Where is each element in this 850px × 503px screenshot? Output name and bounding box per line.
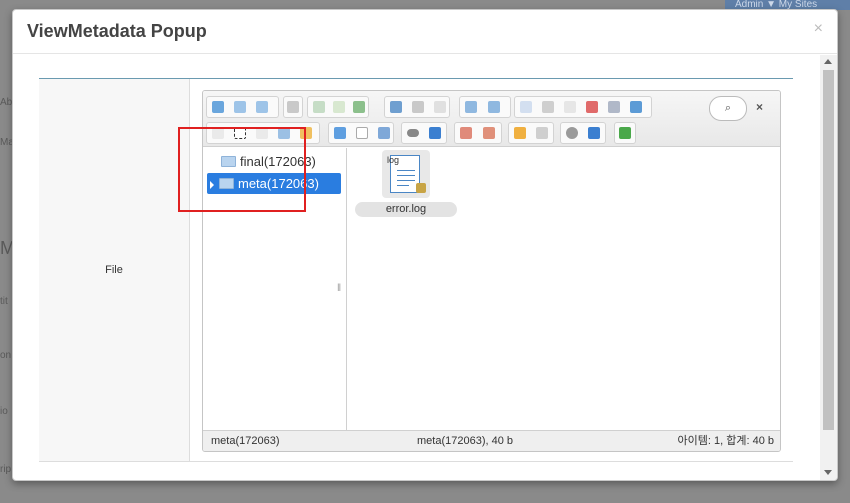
rename-icon[interactable]: [457, 124, 475, 142]
fullscreen-icon[interactable]: [616, 124, 634, 142]
background-text: Ma: [0, 137, 12, 148]
log-file-icon: log: [382, 150, 430, 198]
clear-search-icon[interactable]: ×: [756, 100, 763, 114]
forward-icon[interactable]: [231, 98, 249, 116]
metadata-modal: ViewMetadata Popup × File ⌕ × final(1720…: [12, 9, 838, 481]
edit-icon[interactable]: [480, 124, 498, 142]
background-text: Ab: [0, 97, 12, 108]
up-icon[interactable]: [253, 98, 271, 116]
get-file-icon[interactable]: [387, 98, 405, 116]
file-type-tag: log: [387, 155, 400, 165]
info-icon[interactable]: [426, 124, 444, 142]
select-icon[interactable]: [431, 98, 449, 116]
background-text: io: [0, 406, 8, 417]
file-name: error.log: [355, 202, 457, 217]
search-icon: ⌕: [724, 102, 732, 114]
delete-icon[interactable]: [583, 98, 601, 116]
scroll-down-icon[interactable]: [824, 470, 832, 475]
empty-icon[interactable]: [605, 98, 623, 116]
select-none-icon[interactable]: [353, 124, 371, 142]
close-icon[interactable]: ×: [814, 20, 823, 38]
status-path: meta(172063): [211, 435, 280, 447]
sort-icon[interactable]: [533, 124, 551, 142]
paste-icon[interactable]: [561, 98, 579, 116]
download-icon[interactable]: [409, 98, 427, 116]
resize-handle[interactable]: ‖: [337, 283, 341, 294]
duplicate-icon[interactable]: [627, 98, 645, 116]
help-icon[interactable]: [585, 124, 603, 142]
status-bar: meta(172063) meta(172063), 40 b 아이템: 1, …: [203, 430, 780, 451]
search-input[interactable]: ⌕: [709, 96, 747, 121]
lock-icon: [416, 183, 426, 193]
reload-icon[interactable]: [284, 98, 302, 116]
file-item[interactable]: log error.log: [351, 150, 457, 218]
select-all-icon[interactable]: [331, 124, 349, 142]
redo-icon[interactable]: [485, 98, 503, 116]
background-text: M: [0, 238, 12, 258]
invert-icon[interactable]: [375, 124, 393, 142]
save-icon[interactable]: [350, 98, 368, 116]
copy-icon[interactable]: [517, 98, 535, 116]
field-label: File: [39, 79, 190, 461]
status-items: 아이템: 1, 합계: 40 b: [677, 435, 774, 447]
cut-icon[interactable]: [539, 98, 557, 116]
background-text: tit: [0, 296, 8, 307]
file-area: log error.log: [348, 148, 780, 431]
status-size: meta(172063), 40 b: [417, 435, 514, 447]
scroll-up-icon[interactable]: [824, 59, 832, 64]
selection-highlight: [178, 127, 306, 212]
form-table: File ⌕ × final(172063) meta(172063) ‖ lo…: [39, 78, 793, 462]
list-view-icon[interactable]: [511, 124, 529, 142]
home-icon[interactable]: [310, 98, 328, 116]
undo-icon[interactable]: [462, 98, 480, 116]
background-text: rip: [0, 464, 12, 475]
preferences-icon[interactable]: [563, 124, 581, 142]
view-icon[interactable]: [404, 124, 422, 142]
background-text: on: [0, 350, 12, 361]
back-icon[interactable]: [209, 98, 227, 116]
modal-title: ViewMetadata Popup: [27, 21, 207, 41]
scroll-thumb[interactable]: [823, 70, 834, 430]
modal-scrollbar[interactable]: [820, 55, 837, 480]
modal-header: ViewMetadata Popup ×: [13, 10, 837, 54]
open-icon[interactable]: [330, 98, 348, 116]
modal-body: File ⌕ × final(172063) meta(172063) ‖ lo…: [13, 55, 821, 480]
